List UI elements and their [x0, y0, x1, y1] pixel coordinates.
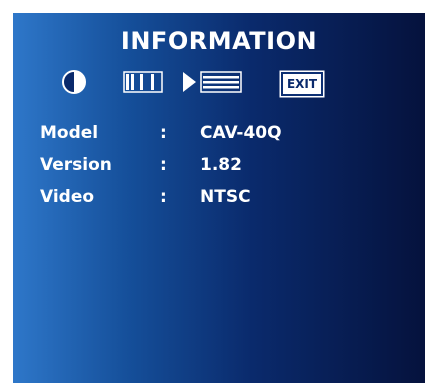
- info-key: Video: [40, 187, 95, 207]
- brightness-contrast-icon[interactable]: [61, 69, 87, 95]
- info-separator: :: [160, 155, 167, 175]
- color-bars-icon[interactable]: [123, 71, 163, 93]
- exit-icon[interactable]: EXIT: [281, 72, 323, 96]
- info-separator: :: [160, 123, 167, 143]
- info-value: 1.82: [200, 155, 242, 175]
- info-value: NTSC: [200, 187, 251, 207]
- menu-icon-bar: EXIT: [13, 69, 425, 99]
- info-value: CAV-40Q: [200, 123, 282, 143]
- info-separator: :: [160, 187, 167, 207]
- information-icon[interactable]: [181, 70, 243, 96]
- osd-panel: INFORMATION EXIT Model: CAV-40Q Version…: [13, 13, 425, 383]
- menu-title: INFORMATION: [120, 27, 318, 55]
- info-key: Version: [40, 155, 112, 175]
- info-key: Model: [40, 123, 99, 143]
